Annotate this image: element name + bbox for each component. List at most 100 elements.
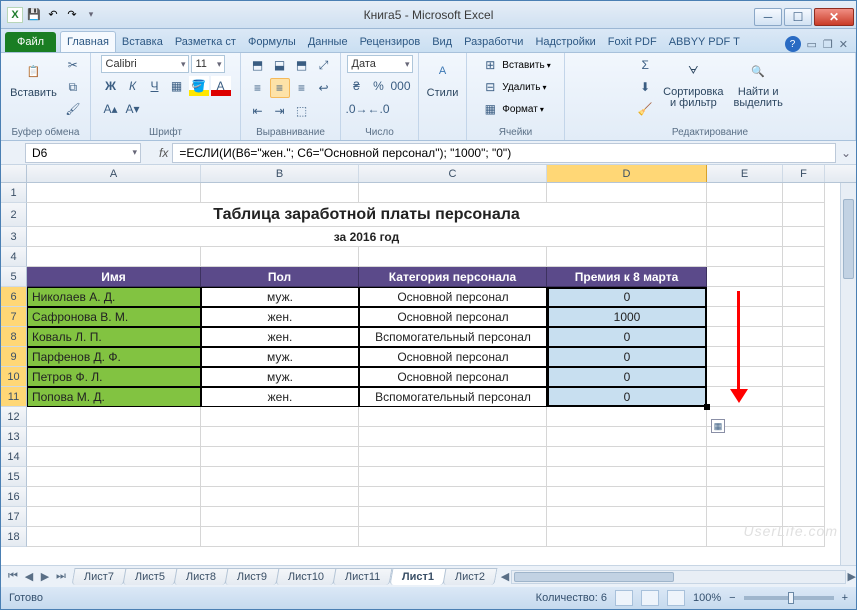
redo-icon[interactable]: ↷ — [64, 7, 80, 23]
bold-button[interactable]: Ж — [101, 76, 121, 96]
font-color-button[interactable]: A — [211, 76, 231, 96]
autofill-options-icon[interactable]: ▦ — [711, 419, 725, 433]
find-select-button[interactable]: 🔍 Найти ивыделить — [732, 55, 785, 111]
zoom-out-button[interactable]: − — [729, 592, 735, 604]
increase-indent-icon[interactable]: ⇥ — [270, 101, 290, 121]
col-header-B[interactable]: B — [201, 165, 359, 182]
fill-color-button[interactable]: 🪣 — [189, 76, 209, 96]
tab-home[interactable]: Главная — [60, 31, 116, 52]
align-bottom-icon[interactable]: ⬒ — [292, 55, 312, 75]
shrink-font-icon[interactable]: A▾ — [123, 99, 143, 119]
decrease-indent-icon[interactable]: ⇤ — [248, 101, 268, 121]
sheet-tab[interactable]: Лист10 — [276, 568, 337, 585]
expand-formula-bar-icon[interactable]: ⌄ — [836, 146, 856, 160]
font-size-combo[interactable]: 11 — [191, 55, 225, 73]
decrease-decimal-icon[interactable]: ←.0 — [369, 99, 389, 119]
row-header[interactable]: 15 — [1, 467, 27, 487]
row-header[interactable]: 2 — [1, 203, 27, 227]
sheet-tab[interactable]: Лист11 — [333, 568, 393, 585]
sheet-tab-active[interactable]: Лист1 — [389, 568, 446, 585]
row-header[interactable]: 3 — [1, 227, 27, 247]
tab-review[interactable]: Рецензиров — [354, 32, 427, 52]
row-header[interactable]: 12 — [1, 407, 27, 427]
orientation-icon[interactable]: ⤢ — [314, 55, 334, 75]
fill-handle[interactable] — [704, 404, 710, 410]
delete-cells-button[interactable]: ⊟Удалить▾ — [480, 77, 546, 97]
sheet-tab[interactable]: Лист2 — [442, 568, 497, 585]
format-painter-icon[interactable]: 🖌 — [63, 99, 83, 119]
row-header[interactable]: 1 — [1, 183, 27, 203]
tab-page-layout[interactable]: Разметка ст — [169, 32, 242, 52]
increase-decimal-icon[interactable]: .0→ — [347, 99, 367, 119]
sheet-tab[interactable]: Лист9 — [225, 568, 280, 585]
row-header[interactable]: 8 — [1, 327, 27, 347]
view-normal-button[interactable] — [615, 590, 633, 606]
align-top-icon[interactable]: ⬒ — [248, 55, 268, 75]
insert-cells-button[interactable]: ⊞Вставить▾ — [480, 55, 550, 75]
qat-more-icon[interactable]: ▾ — [83, 7, 99, 23]
row-header[interactable]: 16 — [1, 487, 27, 507]
font-name-combo[interactable]: Calibri — [101, 55, 189, 73]
comma-icon[interactable]: 000 — [391, 76, 411, 96]
zoom-slider[interactable] — [744, 596, 834, 600]
align-left-icon[interactable]: ≡ — [248, 78, 268, 98]
percent-icon[interactable]: % — [369, 76, 389, 96]
maximize-button[interactable]: ☐ — [784, 8, 812, 26]
col-header-A[interactable]: A — [27, 165, 201, 182]
tab-developer[interactable]: Разработчи — [458, 32, 529, 52]
copy-icon[interactable]: ⧉ — [63, 77, 83, 97]
col-header-F[interactable]: F — [783, 165, 825, 182]
col-header-D[interactable]: D — [547, 165, 707, 182]
currency-icon[interactable]: ₴ — [347, 76, 367, 96]
format-cells-button[interactable]: ▦Формат▾ — [480, 99, 544, 119]
col-header-C[interactable]: C — [359, 165, 547, 182]
fill-icon[interactable]: ⬇ — [635, 77, 655, 97]
row-header[interactable]: 9 — [1, 347, 27, 367]
formula-input[interactable]: =ЕСЛИ(И(B6="жен."; C6="Основной персонал… — [172, 143, 836, 163]
clear-icon[interactable]: 🧹 — [635, 99, 655, 119]
row-header[interactable]: 11 — [1, 387, 27, 407]
tab-insert[interactable]: Вставка — [116, 32, 169, 52]
border-button[interactable]: ▦ — [167, 76, 187, 96]
sort-filter-button[interactable]: ᗄ Сортировкаи фильтр — [661, 55, 725, 111]
grow-font-icon[interactable]: A▴ — [101, 99, 121, 119]
cut-icon[interactable]: ✂ — [63, 55, 83, 75]
underline-button[interactable]: Ч — [145, 76, 165, 96]
name-box[interactable]: D6 — [25, 143, 141, 163]
row-header[interactable]: 4 — [1, 247, 27, 267]
undo-icon[interactable]: ↶ — [45, 7, 61, 23]
row-header[interactable]: 5 — [1, 267, 27, 287]
align-middle-icon[interactable]: ⬓ — [270, 55, 290, 75]
align-right-icon[interactable]: ≡ — [292, 78, 312, 98]
number-format-combo[interactable]: Дата — [347, 55, 413, 73]
row-header[interactable]: 14 — [1, 447, 27, 467]
save-icon[interactable]: 💾 — [26, 7, 42, 23]
row-header[interactable]: 13 — [1, 427, 27, 447]
italic-button[interactable]: К — [123, 76, 143, 96]
select-all-corner[interactable] — [1, 165, 27, 182]
view-page-break-button[interactable] — [667, 590, 685, 606]
file-tab[interactable]: Файл — [5, 32, 56, 52]
sheet-tab[interactable]: Лист7 — [72, 568, 127, 585]
horizontal-scrollbar[interactable]: ◀ ▶ — [501, 570, 856, 584]
row-header[interactable]: 18 — [1, 527, 27, 547]
sheet-nav-arrows[interactable]: ⏮◀▶⏭ — [5, 570, 69, 583]
tab-abbyy[interactable]: ABBYY PDF T — [663, 32, 746, 52]
row-header[interactable]: 10 — [1, 367, 27, 387]
wrap-text-icon[interactable]: ↩ — [314, 78, 334, 98]
tab-formulas[interactable]: Формулы — [242, 32, 302, 52]
align-center-icon[interactable]: ≡ — [270, 78, 290, 98]
fx-icon[interactable]: fx — [159, 146, 168, 160]
tab-data[interactable]: Данные — [302, 32, 354, 52]
restore-window-icon[interactable]: ❐ — [823, 38, 833, 51]
sheet-tab[interactable]: Лист5 — [123, 568, 178, 585]
minimize-ribbon-icon[interactable]: ▭ — [807, 38, 817, 51]
view-page-layout-button[interactable] — [641, 590, 659, 606]
row-header[interactable]: 7 — [1, 307, 27, 327]
help-icon[interactable]: ? — [785, 36, 801, 52]
col-header-E[interactable]: E — [707, 165, 783, 182]
row-header[interactable]: 6 — [1, 287, 27, 307]
tab-view[interactable]: Вид — [426, 32, 458, 52]
merge-icon[interactable]: ⬚ — [292, 101, 312, 121]
sheet-tab[interactable]: Лист8 — [174, 568, 229, 585]
